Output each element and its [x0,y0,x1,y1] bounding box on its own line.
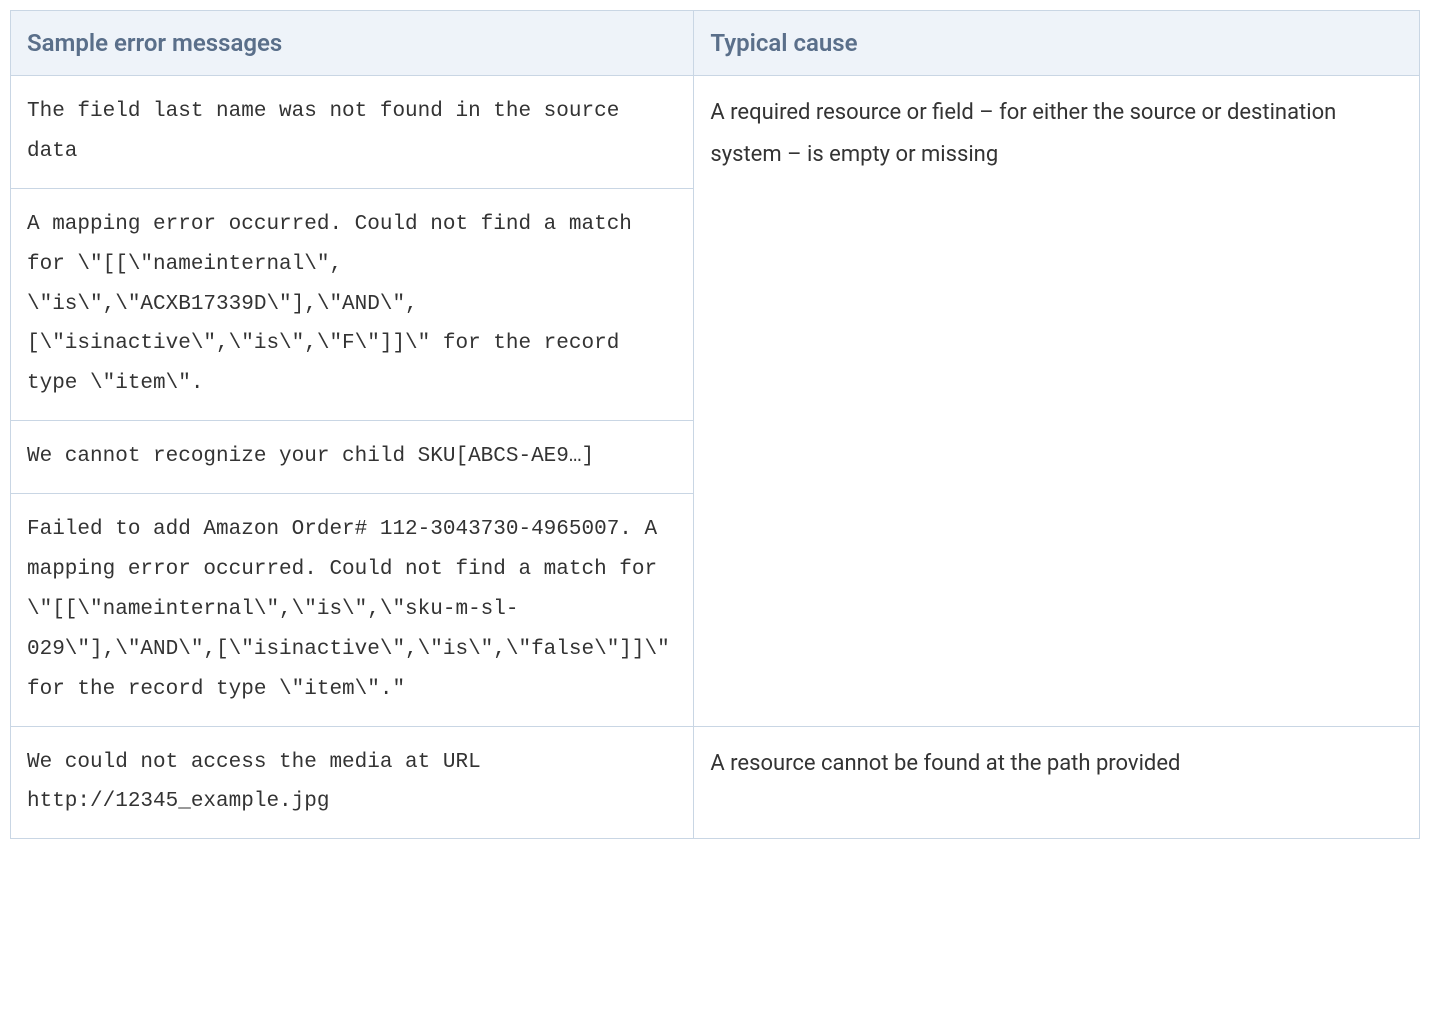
header-sample-errors: Sample error messages [11,11,694,76]
error-message-cell: Failed to add Amazon Order# 112-3043730-… [11,494,694,726]
cause-cell: A resource cannot be found at the path p… [694,726,1420,839]
error-messages-table: Sample error messages Typical cause The … [10,10,1420,839]
table-header-row: Sample error messages Typical cause [11,11,1420,76]
error-message-cell: The field last name was not found in the… [11,76,694,189]
cause-cell: A required resource or field – for eithe… [694,76,1420,727]
table-row: The field last name was not found in the… [11,76,1420,189]
table-row: We could not access the media at URL htt… [11,726,1420,839]
error-message-cell: A mapping error occurred. Could not find… [11,188,694,420]
header-typical-cause: Typical cause [694,11,1420,76]
error-message-cell: We cannot recognize your child SKU[ABCS-… [11,421,694,494]
error-message-cell: We could not access the media at URL htt… [11,726,694,839]
